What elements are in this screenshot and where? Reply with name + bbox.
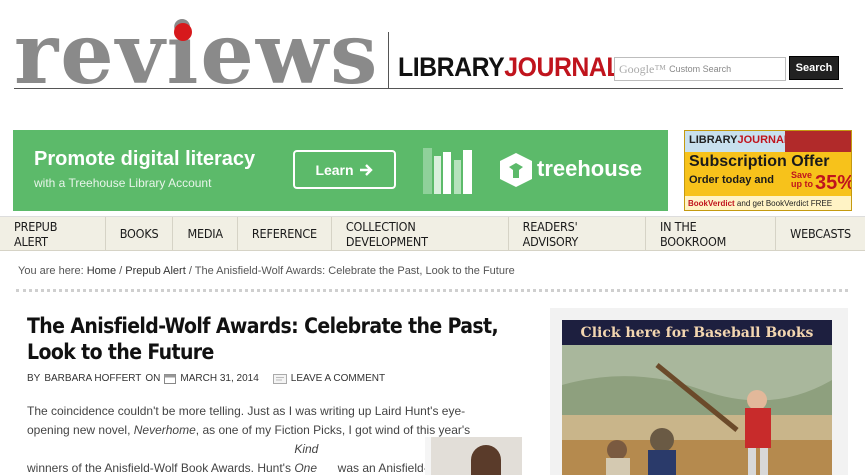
baseball-illustration (562, 345, 832, 475)
ad-headline: Subscription Offer (689, 153, 830, 170)
leave-comment-link[interactable]: LEAVE A COMMENT (291, 373, 385, 384)
calendar-icon (164, 374, 177, 384)
author-photo-figure (471, 445, 501, 475)
main-nav: PREPUB ALERT BOOKS MEDIA REFERENCE COLLE… (0, 216, 865, 251)
breadcrumb-current: The Anisfield-Wolf Awards: Celebrate the… (194, 265, 515, 277)
reviews-logo[interactable]: reviews (14, 12, 379, 96)
nav-in-the-bookroom[interactable]: IN THE BOOKROOM (646, 217, 777, 250)
nav-media[interactable]: MEDIA (173, 217, 238, 250)
ad-order-text: Order today and (689, 174, 774, 186)
library-journal-logo[interactable]: LIBRARYJOURNAL (398, 52, 622, 83)
treehouse-ad-banner[interactable]: Promote digital literacy with a Treehous… (13, 130, 668, 211)
article-title[interactable]: The Anisfield-Wolf Awards: Celebrate the… (27, 313, 527, 365)
byline-by: BY (27, 373, 41, 384)
ad-footer: BookVerdict and get BookVerdict FREE (685, 196, 851, 210)
book-title-kind-one[interactable]: Kind One (294, 440, 334, 475)
search-input[interactable]: Google™ Custom Search (614, 57, 786, 81)
breadcrumb-prefix: You are here: (18, 265, 84, 277)
learn-label: Learn (315, 161, 354, 178)
ad-header-strip: LIBRARYJOURNAL (685, 131, 851, 152)
nav-books[interactable]: BOOKS (106, 217, 174, 250)
header-rule (388, 88, 843, 89)
books-icon (423, 148, 472, 194)
treehouse-brand: treehouse (537, 156, 643, 181)
ad-bookverdict-brand: BookVerdict (688, 199, 735, 208)
baseball-ad-banner: Click here for Baseball Books (562, 320, 832, 345)
ad-lj-library: LIBRARY (689, 134, 738, 146)
ad-footer-text: and get BookVerdict FREE (736, 199, 833, 208)
search-placeholder: Custom Search (669, 64, 732, 74)
ad-save-text: Save up to (791, 170, 813, 189)
nav-prepub-alert[interactable]: PREPUB ALERT (0, 217, 106, 250)
ad-title: Promote digital literacy (34, 148, 256, 170)
nav-readers-advisory[interactable]: READERS' ADVISORY (509, 217, 646, 250)
breadcrumb-section-link[interactable]: Prepub Alert (125, 265, 186, 277)
breadcrumb-home-link[interactable]: Home (87, 265, 116, 277)
google-label: Google™ (619, 61, 667, 76)
breadcrumb: You are here: Home / Prepub Alert / The … (18, 265, 515, 277)
nav-reference[interactable]: REFERENCE (238, 217, 332, 250)
arrow-right-icon (359, 163, 373, 176)
lj-logo-journal: JOURNAL (504, 52, 622, 82)
divider (16, 289, 848, 292)
byline-on: ON (145, 373, 161, 384)
author-photo (425, 437, 522, 475)
treehouse-logo-icon (500, 153, 532, 187)
ad-lj-logo: LIBRARYJOURNAL (689, 134, 791, 146)
logo-red-dot (174, 23, 192, 41)
ad-subtitle: with a Treehouse Library Account (34, 176, 212, 190)
post-date: MARCH 31, 2014 (180, 373, 259, 384)
article-byline: BY BARBARA HOFFERT ON MARCH 31, 2014 LEA… (27, 373, 385, 384)
logo-divider (14, 88, 389, 89)
nav-webcasts[interactable]: WEBCASTS (776, 217, 865, 250)
search-button[interactable]: Search (789, 56, 839, 80)
ad-lj-journal: JOURNAL (737, 134, 791, 146)
book-title-neverhome[interactable]: Neverhome (134, 423, 196, 437)
magazine-covers-image (785, 131, 851, 152)
logo-divider-vertical (388, 32, 389, 89)
subscription-offer-ad[interactable]: LIBRARYJOURNAL Subscription Offer Order … (684, 130, 852, 211)
comment-icon (272, 373, 287, 384)
ad-percent: 35% (815, 172, 852, 194)
baseball-books-ad[interactable]: Click here for Baseball Books (562, 320, 832, 475)
nav-collection-development[interactable]: COLLECTION DEVELOPMENT (332, 217, 509, 250)
learn-button[interactable]: Learn (293, 150, 396, 189)
lj-logo-library: LIBRARY (398, 52, 505, 82)
author-link[interactable]: BARBARA HOFFERT (44, 373, 141, 384)
